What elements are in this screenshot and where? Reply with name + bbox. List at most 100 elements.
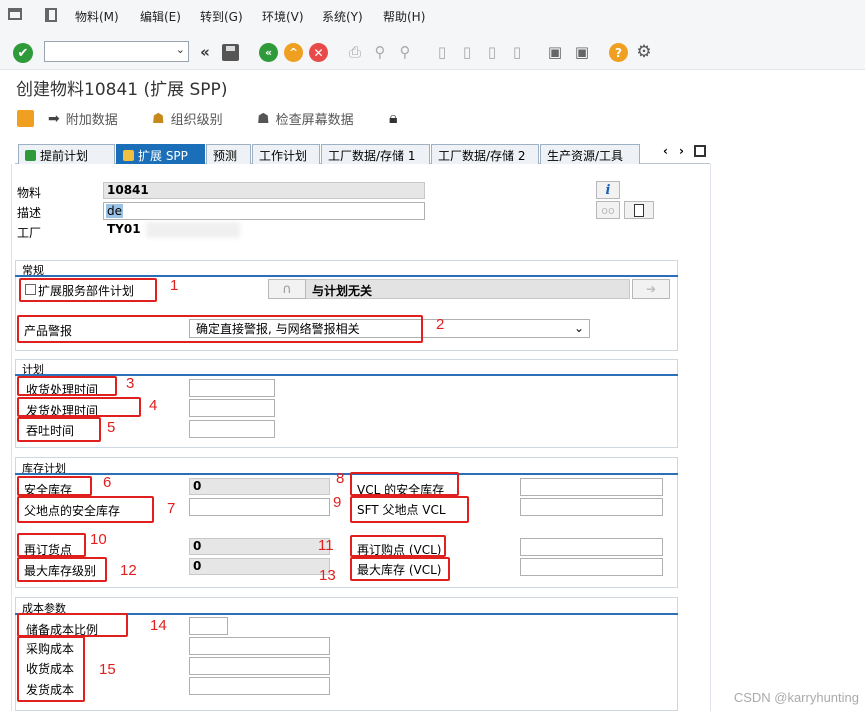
watermark: CSDN @karryhunting: [733, 690, 859, 705]
annotation-number-9: 9: [333, 494, 342, 511]
help-icon[interactable]: ?: [609, 43, 628, 62]
tab-prt[interactable]: 生产资源/工具: [540, 144, 640, 164]
headset-button[interactable]: ∩: [268, 279, 306, 299]
gear-icon[interactable]: ⚙: [634, 42, 654, 62]
menu-item-system[interactable]: 系统(Y): [322, 8, 363, 25]
safety-stock-field: 0: [189, 478, 330, 495]
additional-data-label: 附加数据: [65, 113, 118, 128]
reorder-point-vcl-field[interactable]: [520, 538, 663, 556]
headset-icon: ∩: [282, 281, 292, 297]
menu-bar: [0, 0, 865, 32]
find-icon[interactable]: ⚲: [370, 42, 390, 62]
cancel-icon[interactable]: ✕: [309, 43, 328, 62]
annotation-number-5: 5: [107, 419, 116, 436]
menu-item-goto[interactable]: 转到(G): [200, 8, 243, 25]
throughput-time-field[interactable]: [189, 420, 275, 438]
chevron-down-icon[interactable]: ⌄: [176, 43, 185, 56]
menu-icon[interactable]: [8, 8, 22, 20]
gr-cost-field[interactable]: [189, 657, 330, 675]
org-levels-label: 组织级别: [170, 113, 223, 128]
check-screen-data-button[interactable]: ☗ 检查屏幕数据: [257, 109, 354, 129]
tab-label: 工作计划: [259, 149, 308, 163]
tab-icon: [123, 150, 134, 161]
tab-extend-spp[interactable]: 扩展 SPP: [116, 144, 205, 164]
chevron-down-icon[interactable]: ⌄: [574, 320, 584, 336]
find-next-icon[interactable]: ⚲: [395, 42, 415, 62]
gi-cost-field[interactable]: [189, 677, 330, 695]
prev-page-icon[interactable]: ▯: [457, 42, 477, 62]
description-field[interactable]: de: [103, 202, 425, 220]
check-icon: [25, 150, 36, 161]
annotation-box-8: [350, 472, 459, 496]
document-icon: [634, 203, 644, 217]
annotation-number-14: 14: [150, 617, 167, 634]
sft-parent-vcl-field[interactable]: [520, 498, 663, 516]
org-levels-small-icon[interactable]: [17, 110, 34, 127]
new-session-icon[interactable]: ▣: [545, 42, 565, 62]
tab-work-scheduling[interactable]: 工作计划: [252, 144, 320, 164]
storage-cost-pct-field[interactable]: [189, 617, 228, 635]
annotation-box-5: [17, 417, 101, 442]
menu-item-edit[interactable]: 编辑(E): [140, 8, 181, 25]
exit-icon[interactable]: ^: [284, 43, 303, 62]
annotation-box-2: [17, 315, 423, 343]
enter-icon[interactable]: ✔: [13, 43, 33, 63]
plant-label: 工厂: [17, 226, 42, 240]
info-button[interactable]: i: [596, 181, 620, 199]
reorder-point-field: 0: [189, 538, 330, 555]
gr-processing-time-field[interactable]: [189, 379, 275, 397]
material-label: 物料: [17, 186, 42, 200]
tab-scroll-right-icon[interactable]: ›: [679, 144, 684, 158]
lock-icon[interactable]: 🔒︎: [389, 108, 398, 128]
menu-item-environment[interactable]: 环境(V): [262, 8, 304, 25]
first-page-icon[interactable]: ▯: [432, 42, 452, 62]
save-icon[interactable]: [222, 44, 239, 61]
double-left-icon[interactable]: «: [195, 42, 215, 62]
description-value: de: [106, 204, 123, 218]
annotation-number-13: 13: [319, 567, 336, 584]
tab-advance-planning[interactable]: 提前计划: [18, 144, 115, 164]
document-button[interactable]: [624, 201, 654, 219]
tab-label: 提前计划: [40, 149, 89, 163]
annotation-box-6: [17, 476, 92, 496]
info-icon: i: [605, 182, 611, 198]
tab-forecast[interactable]: 预测: [206, 144, 251, 164]
tab-plant-data-2[interactable]: 工厂数据/存储 2: [431, 144, 539, 164]
org-levels-button[interactable]: ☗ 组织级别: [152, 109, 223, 129]
annotation-box-1: [19, 278, 157, 302]
shortcut-icon[interactable]: ▣: [572, 42, 592, 62]
vcl-safety-stock-field[interactable]: [520, 478, 663, 496]
additional-data-button[interactable]: ➡ 附加数据: [48, 109, 118, 129]
back-icon[interactable]: «: [259, 43, 278, 62]
command-field[interactable]: ⌄: [44, 41, 189, 62]
print-icon[interactable]: ⎙: [345, 42, 365, 62]
gi-processing-time-field[interactable]: [189, 399, 275, 417]
next-page-icon[interactable]: ▯: [482, 42, 502, 62]
plant-name-blurred: [146, 222, 240, 238]
tab-scroll-left-icon[interactable]: ‹: [663, 144, 668, 158]
arrow-right-icon: ➡: [48, 110, 60, 127]
menu-item-material[interactable]: 物料(M): [75, 8, 119, 25]
last-page-icon[interactable]: ▯: [507, 42, 527, 62]
annotation-number-15: 15: [99, 661, 116, 678]
annotation-number-6: 6: [103, 474, 112, 491]
annotation-box-11: [350, 535, 446, 557]
tab-list-icon[interactable]: [694, 145, 706, 157]
layout-icon[interactable]: [45, 8, 57, 22]
display-button[interactable]: oo: [596, 201, 620, 219]
annotation-number-3: 3: [126, 375, 135, 392]
procurement-cost-field[interactable]: [189, 637, 330, 655]
menu-item-help[interactable]: 帮助(H): [383, 8, 425, 25]
annotation-number-1: 1: [170, 277, 179, 294]
hierarchy-icon: ☗: [152, 110, 165, 127]
annotation-number-11: 11: [318, 537, 334, 554]
tab-plant-data-1[interactable]: 工厂数据/存储 1: [321, 144, 430, 164]
forward-button[interactable]: ➔: [632, 279, 670, 299]
annotation-box-3: [17, 376, 117, 396]
not-related-text: 与计划无关: [312, 284, 373, 298]
plant-field: TY01: [103, 221, 143, 238]
annotation-box-13: [350, 557, 450, 581]
max-stock-vcl-field[interactable]: [520, 558, 663, 576]
parent-safety-stock-field[interactable]: [189, 498, 330, 516]
description-label: 描述: [17, 206, 42, 220]
